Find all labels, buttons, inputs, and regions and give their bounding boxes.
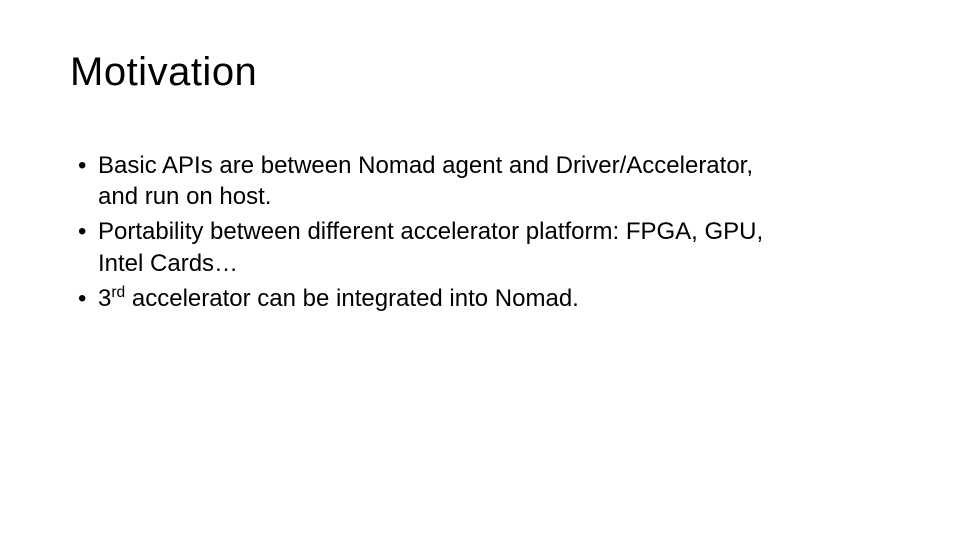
slide-title: Motivation bbox=[70, 50, 890, 95]
bullet-text-superscript: rd bbox=[111, 284, 125, 301]
bullet-list: Basic APIs are between Nomad agent and D… bbox=[70, 150, 890, 314]
slide-content: Motivation Basic APIs are between Nomad … bbox=[0, 0, 960, 368]
bullet-item: 3rd accelerator can be integrated into N… bbox=[74, 283, 890, 314]
bullet-item: Basic APIs are between Nomad agent and D… bbox=[74, 150, 890, 212]
bullet-item: Portability between different accelerato… bbox=[74, 216, 890, 278]
bullet-text-suffix: accelerator can be integrated into Nomad… bbox=[125, 285, 579, 312]
bullet-text-line2: and run on host. bbox=[98, 181, 890, 212]
bullet-text-line2: Intel Cards… bbox=[98, 248, 890, 279]
bullet-text-prefix: 3 bbox=[98, 285, 111, 312]
bullet-text-line1: Basic APIs are between Nomad agent and D… bbox=[98, 152, 753, 179]
bullet-text-line1: Portability between different accelerato… bbox=[98, 218, 763, 245]
